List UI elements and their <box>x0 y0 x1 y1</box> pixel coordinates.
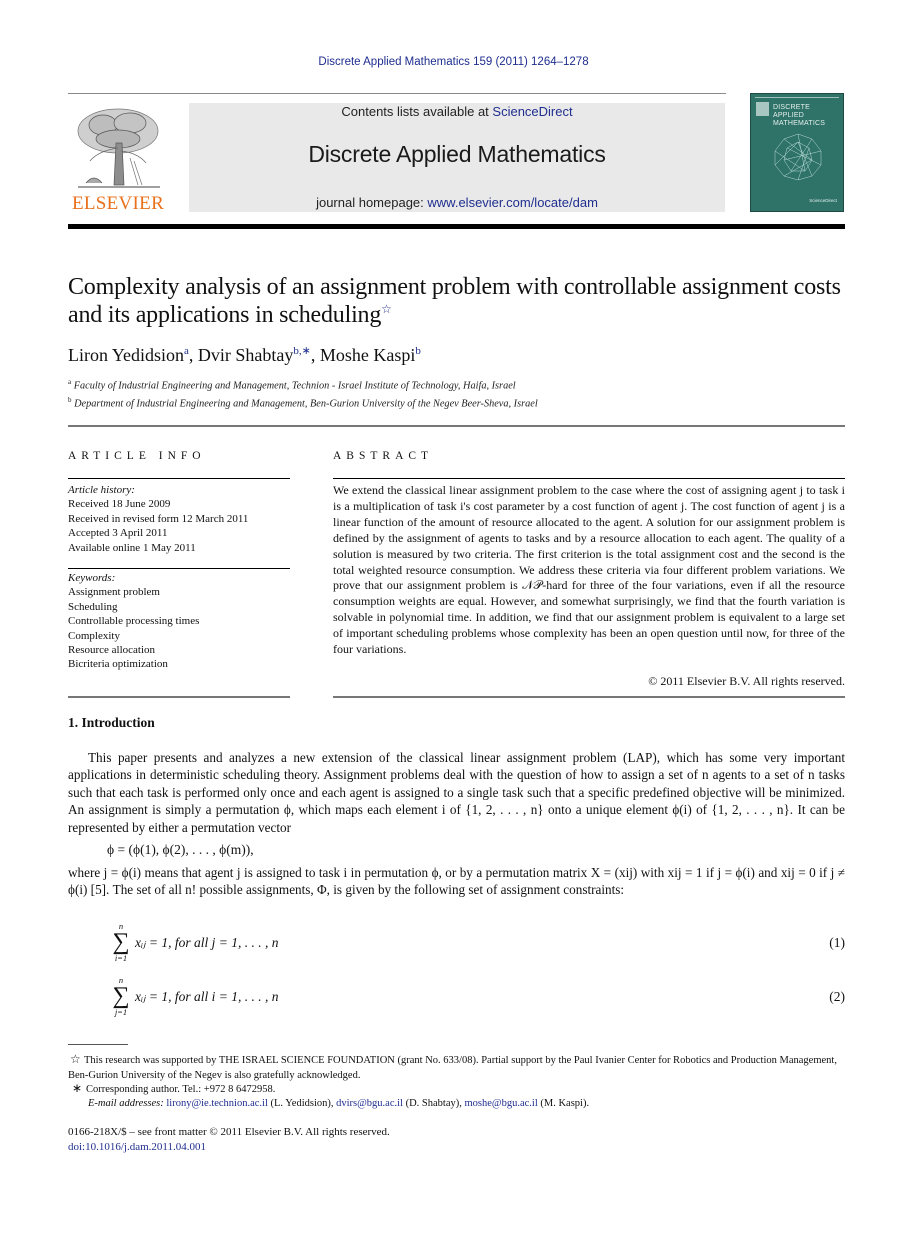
keyword-item: Assignment problem <box>68 586 160 599</box>
email-owner: (M. Kaspi). <box>537 1098 590 1109</box>
running-head[interactable]: Discrete Applied Mathematics 159 (2011) … <box>0 56 907 68</box>
elsevier-tree-icon <box>77 108 160 188</box>
author-name: Dvir Shabtay <box>197 345 294 365</box>
intro-paragraph-1: This paper presents and analyzes a new e… <box>68 750 845 835</box>
email-link[interactable]: dvirs@bgu.ac.il <box>336 1098 403 1109</box>
cover-title: DISCRETE APPLIED MATHEMATICS <box>773 104 825 128</box>
email-owner: (D. Shabtay), <box>402 1098 465 1109</box>
affiliation-a: a Faculty of Industrial Engineering and … <box>68 378 516 391</box>
author-separator: , <box>188 345 198 365</box>
issn-front-matter: 0166-218X/$ – see front matter © 2011 El… <box>68 1126 390 1138</box>
article-info-rule <box>68 478 290 479</box>
history-item: Accepted 3 April 2011 <box>68 527 168 540</box>
equation-2: n ∑ j=1 xᵢⱼ = 1, for all i = 1, . . . , … <box>108 976 845 1022</box>
homepage-line: journal homepage: www.elsevier.com/locat… <box>189 195 725 210</box>
equation-expression: xᵢⱼ = 1, for all i = 1, . . . , n <box>135 989 279 1004</box>
keyword-item: Scheduling <box>68 600 118 613</box>
cover-title-line: DISCRETE <box>773 104 810 111</box>
email-label: E-mail addresses: <box>88 1098 164 1109</box>
cover-title-line: APPLIED <box>773 112 804 119</box>
abstract-copyright: © 2011 Elsevier B.V. All rights reserved… <box>648 674 845 688</box>
keywords: Keywords: Assignment problem Scheduling … <box>68 571 290 672</box>
journal-title: Discrete Applied Mathematics <box>308 141 606 167</box>
author-name: Moshe Kaspi <box>319 345 416 365</box>
abstract-rule <box>333 478 845 479</box>
abstract-text: We extend the classical linear assignmen… <box>333 483 845 657</box>
cover-title-line: MATHEMATICS <box>773 120 826 127</box>
affiliation-text: Department of Industrial Engineering and… <box>74 398 538 410</box>
cover-sciencedirect-mark: ScienceDirect <box>809 198 837 203</box>
header-separator <box>68 425 845 427</box>
abstract-heading: ABSTRACT <box>333 450 434 462</box>
cover-polygon-graph-icon <box>774 133 822 181</box>
intro-paragraph-2: where j = ϕ(i) means that agent j is ass… <box>68 865 845 898</box>
contents-line: Contents lists available at ScienceDirec… <box>189 104 725 119</box>
equation-number: (2) <box>829 989 845 1004</box>
article-info-bottom-rule <box>68 696 290 698</box>
affiliation-b: b Department of Industrial Engineering a… <box>68 396 538 409</box>
homepage-prefix: journal homepage: <box>316 195 428 210</box>
sigma-glyph: ∑ <box>112 983 130 1009</box>
keyword-item: Bicriteria optimization <box>68 658 168 671</box>
journal-homepage-link[interactable]: www.elsevier.com/locate/dam <box>427 195 598 210</box>
footnote-rule <box>68 1044 128 1045</box>
masthead-thick-rule <box>68 224 845 229</box>
elsevier-wordmark: ELSEVIER <box>71 193 165 214</box>
keywords-rule <box>68 568 290 569</box>
sciencedirect-link[interactable]: ScienceDirect <box>492 104 572 119</box>
footnote-funding-text: This research was supported by THE ISRAE… <box>68 1055 837 1081</box>
footnote-corresponding-author: ∗ Corresponding author. Tel.: +972 8 6472… <box>72 1081 865 1098</box>
summation-sign-icon: n ∑ j=1 <box>108 976 134 1018</box>
email-link[interactable]: lirony@ie.technion.ac.il <box>166 1098 268 1109</box>
article-info-heading: ARTICLE INFO <box>68 450 206 462</box>
footnote-funding: ☆ This research was supported by THE ISRA… <box>68 1052 845 1083</box>
keywords-label: Keywords: <box>68 572 116 584</box>
footnote-emails: E-mail addresses: lirony@ie.technion.ac.… <box>88 1097 865 1112</box>
affiliation-mark: a <box>68 378 72 386</box>
affiliation-mark: b <box>68 396 72 404</box>
author-affiliation-mark[interactable]: b,∗ <box>293 345 310 357</box>
paper-title-text: Complexity analysis of an assignment pro… <box>68 274 841 328</box>
cover-publisher-logo-icon <box>756 102 769 116</box>
article-history: Article history: Received 18 June 2009 R… <box>68 483 290 555</box>
history-item: Received 18 June 2009 <box>68 498 171 511</box>
author-name: Liron Yedidsion <box>68 345 185 365</box>
abstract-bottom-rule <box>333 696 845 698</box>
sigma-glyph: ∑ <box>112 929 130 955</box>
keyword-item: Controllable processing times <box>68 615 200 628</box>
masthead-top-rule <box>68 93 726 94</box>
equation-number: (1) <box>829 935 845 950</box>
email-link[interactable]: moshe@bgu.ac.il <box>465 1098 538 1109</box>
journal-cover-thumbnail[interactable]: DISCRETE APPLIED MATHEMATICS ScienceDire… <box>750 93 844 212</box>
author-affiliation-mark[interactable]: b <box>415 345 421 357</box>
equation-expression: xᵢⱼ = 1, for all j = 1, . . . , n <box>135 935 279 950</box>
history-item: Available online 1 May 2011 <box>68 541 196 554</box>
keyword-item: Resource allocation <box>68 644 156 657</box>
corresponding-author-text: Corresponding author. Tel.: +972 8 64729… <box>86 1084 276 1095</box>
article-history-label: Article history: <box>68 484 135 496</box>
footnote-asterisk-icon: ∗ <box>72 1081 83 1095</box>
affiliation-text: Faculty of Industrial Engineering and Ma… <box>73 380 516 392</box>
equation-1: n ∑ i=1 xᵢⱼ = 1, for all j = 1, . . . , … <box>108 922 845 968</box>
footnote-star-icon: ☆ <box>70 1052 81 1066</box>
cover-top-rule <box>755 97 839 98</box>
paper-title: Complexity analysis of an assignment pro… <box>68 273 848 329</box>
doi-link[interactable]: doi:10.1016/j.dam.2011.04.001 <box>68 1140 206 1156</box>
email-owner: (L. Yedidsion), <box>267 1098 337 1109</box>
keyword-item: Complexity <box>68 629 120 642</box>
history-item: Received in revised form 12 March 2011 <box>68 512 249 525</box>
author-separator: , <box>310 345 320 365</box>
section-heading-introduction: 1. Introduction <box>68 715 155 730</box>
permutation-vector-equation: ϕ = (ϕ(1), ϕ(2), . . . , ϕ(m)), <box>107 842 254 857</box>
contents-prefix: Contents lists available at <box>341 104 493 119</box>
masthead-banner: Contents lists available at ScienceDirec… <box>189 103 725 212</box>
title-footnote-star-icon[interactable]: ☆ <box>381 302 392 316</box>
author-list: Liron Yedidsiona, Dvir Shabtayb,∗, Moshe… <box>68 344 421 366</box>
summation-sign-icon: n ∑ i=1 <box>108 922 134 964</box>
